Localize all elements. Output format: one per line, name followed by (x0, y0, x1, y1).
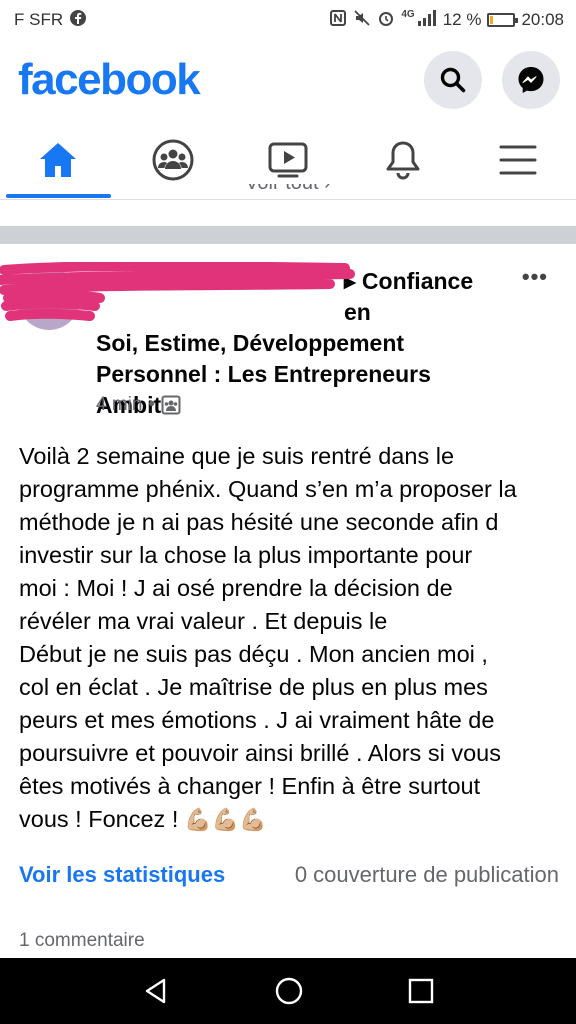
carrier-label: F SFR (14, 10, 64, 29)
home-icon (39, 142, 76, 177)
body-line: col en éclat . Je maîtrise de plus en pl… (19, 674, 488, 700)
body-line: peurs et mes émotions . J ai vraiment hâ… (19, 707, 495, 733)
video-icon (268, 142, 308, 177)
body-line: Début je ne suis pas déçu . Mon ancien m… (19, 641, 488, 667)
search-icon (440, 67, 466, 93)
header-actions (424, 51, 560, 109)
meta-separator: • (148, 394, 156, 415)
facebook-icon (69, 9, 87, 32)
status-bar: F SFR 4G 12 % 20:08 (0, 0, 576, 40)
post-reach: 0 couverture de publication (294, 862, 559, 887)
body-line: Voilà 2 semaine que je suis rentré dans … (19, 443, 455, 469)
battery-percent: 12 % (442, 10, 482, 29)
android-nav-bar (0, 958, 576, 1024)
alarm-icon (377, 9, 395, 32)
see-all-link[interactable]: Voir tout › (0, 184, 576, 200)
feed-divider (0, 226, 576, 244)
nfc-icon (329, 9, 347, 32)
mute-icon (353, 9, 371, 32)
group-audience-icon (161, 395, 181, 415)
body-line: êtes motivés à changer ! Enfin à être su… (19, 773, 481, 799)
messenger-icon (518, 67, 544, 93)
back-icon[interactable] (142, 977, 170, 1005)
clock: 20:08 (521, 10, 564, 29)
body-line: programme phénix. Quand s’en m’a propose… (19, 476, 517, 502)
bell-icon (386, 141, 420, 179)
home-circle-icon[interactable] (274, 976, 304, 1006)
status-left: F SFR (14, 9, 87, 32)
groups-icon (152, 139, 194, 180)
post-body: Voilà 2 semaine que je suis rentré dans … (19, 440, 567, 836)
status-right: 4G 12 % 20:08 (329, 9, 564, 32)
network-label: 4G (401, 8, 415, 20)
signal-icon (417, 9, 437, 32)
body-line: méthode je n ai pas hésité une seconde a… (19, 509, 499, 535)
search-button[interactable] (424, 51, 482, 109)
body-line-text: vous ! Foncez ! (19, 806, 179, 832)
more-options-button[interactable]: ••• (522, 264, 548, 290)
hamburger-icon (499, 145, 537, 174)
app-header: facebook (0, 40, 576, 120)
post-meta: 4 min • (96, 394, 181, 416)
flexed-biceps-emojis: 💪🏼💪🏼💪🏼 (184, 807, 267, 832)
facebook-logo[interactable]: facebook (18, 55, 201, 105)
body-line: poursuivre et pouvoir ainsi brillé . Alo… (19, 740, 501, 766)
title-line: Soi, Estime, Développement (96, 330, 405, 356)
comments-count[interactable]: 1 commentaire (19, 930, 145, 952)
title-line: Personnel : Les Entrepreneurs (96, 361, 431, 387)
battery-icon (487, 13, 519, 27)
see-all-label: Voir tout › (245, 184, 331, 195)
body-line: moi : Moi ! J ai osé prendre la décision… (19, 575, 453, 601)
body-line-last: vous ! Foncez ! 💪🏼💪🏼💪🏼 (19, 803, 567, 836)
redaction-scribble (0, 262, 355, 321)
messenger-button[interactable] (502, 51, 560, 109)
body-line: investir sur la chose la plus importante… (19, 542, 473, 568)
recent-apps-icon[interactable] (408, 978, 434, 1004)
body-line: révéler ma vrai valeur . Et depuis le (19, 608, 388, 634)
post-time[interactable]: 4 min (96, 394, 142, 416)
view-insights-link[interactable]: Voir les statistiques (19, 862, 225, 888)
battery-fill (490, 16, 494, 24)
stats-row: Voir les statistiques 0 couverture de pu… (19, 862, 559, 888)
